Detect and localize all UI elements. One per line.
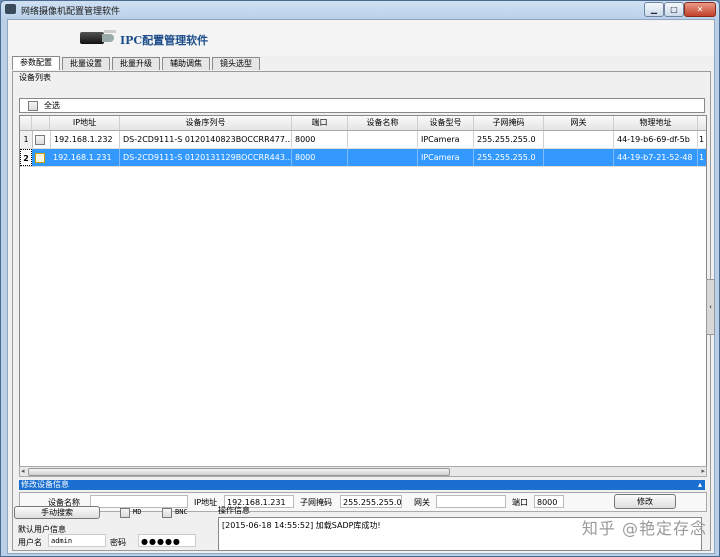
header-mac[interactable]: 物理地址 [614, 116, 698, 130]
header-model[interactable]: 设备型号 [418, 116, 474, 130]
tab-focus-assist[interactable]: 辅助调焦 [162, 57, 210, 70]
md-label: MD [133, 508, 142, 516]
select-all-bar: 全选 [19, 98, 705, 113]
cell-serial: DS-2CD9111-S 0120131129BOCCRR443... [120, 149, 292, 166]
header-port[interactable]: 端口 [292, 116, 348, 130]
cell-ip: 192.168.1.231 [50, 149, 120, 166]
window-title: 网络摄像机配置管理软件 [21, 7, 121, 17]
cell-port: 8000 [292, 149, 348, 166]
banner-title: IPC配置管理软件 [120, 34, 209, 47]
modify-header: 修改设备信息 ▴ [19, 480, 705, 490]
cell-mac: 44-19-b6-69-df-5b [614, 131, 698, 148]
cell-serial: DS-2CD9111-S 0120140823BOCCRR477... [120, 131, 292, 148]
tab-lens-select[interactable]: 镜头选型 [212, 57, 260, 70]
app-icon [5, 4, 16, 14]
cell-gateway [544, 149, 614, 166]
header-name[interactable]: 设备名称 [348, 116, 418, 130]
banner: IPC配置管理软件 [8, 20, 714, 56]
cell-model: IPCamera [418, 131, 474, 148]
cell-mask: 255.255.255.0 [474, 149, 544, 166]
client-area: IPC配置管理软件 参数配置 批量设置 批量升级 辅助调焦 镜头选型 设备列表 … [7, 19, 715, 554]
row-checkbox[interactable] [35, 135, 45, 145]
cell-mac: 44-19-b7-21-52-48 [614, 149, 698, 166]
bnc-label: BNC [175, 508, 188, 516]
close-icon[interactable]: ✕ [684, 2, 716, 17]
cell-port: 8000 [292, 131, 348, 148]
header-ip[interactable]: IP地址 [50, 116, 120, 130]
scroll-thumb[interactable] [28, 468, 450, 476]
cell-extra: 1 [699, 153, 705, 162]
bnc-checkbox[interactable] [162, 508, 172, 518]
cell-extra: 1 [699, 135, 705, 144]
camera-logo-icon [80, 30, 116, 44]
header-mask[interactable]: 子网掩码 [474, 116, 544, 130]
manual-search-button[interactable]: 手动搜索 [14, 506, 100, 519]
device-list-label: 设备列表 [19, 73, 51, 82]
oplog-entry: [2015-06-18 14:55:52] 加载SADP库成功! [222, 521, 381, 530]
title-bar[interactable]: 网络摄像机配置管理软件 ▁ □ ✕ [1, 1, 719, 19]
main-window: 网络摄像机配置管理软件 ▁ □ ✕ IPC配置管理软件 参数配置 批量设置 批量… [0, 0, 720, 557]
table-header: IP地址 设备序列号 端口 设备名称 设备型号 子网掩码 网关 物理地址 [20, 116, 706, 131]
cell-model: IPCamera [418, 149, 474, 166]
select-all-label: 全选 [44, 101, 60, 110]
param-config-panel: 设备列表 全选 IP地址 设备序列号 端口 设备名称 设备型号 子网掩码 网关 … [12, 71, 711, 551]
cell-name [348, 149, 418, 166]
username-field[interactable]: admin [48, 534, 106, 547]
row-number: 1 [20, 131, 33, 148]
scroll-right-icon[interactable]: ▸ [701, 467, 705, 475]
maximize-icon[interactable]: □ [664, 2, 684, 17]
collapse-icon[interactable]: ▴ [698, 480, 702, 490]
minimize-icon[interactable]: ▁ [644, 2, 664, 17]
select-all-checkbox[interactable] [28, 101, 38, 111]
side-collapse-icon[interactable]: ‹ [706, 279, 715, 335]
cell-mask: 255.255.255.0 [474, 131, 544, 148]
oplog-title: 操作信息 [218, 506, 250, 515]
tab-batch-upgrade[interactable]: 批量升级 [112, 57, 160, 70]
modify-title: 修改设备信息 [21, 480, 69, 489]
table-row-selected[interactable]: 2 192.168.1.231 DS-2CD9111-S 0120131129B… [20, 149, 706, 167]
tab-batch-settings[interactable]: 批量设置 [62, 57, 110, 70]
tab-param-config[interactable]: 参数配置 [12, 56, 60, 70]
watermark: 知乎 @艳定存念 [581, 519, 707, 538]
header-check [32, 116, 50, 130]
password-label: 密码 [110, 538, 126, 547]
horizontal-scrollbar[interactable]: ◂ ▸ [19, 466, 707, 477]
cell-gateway [544, 131, 614, 148]
cell-ip: 192.168.1.232 [50, 131, 120, 148]
header-rownum [20, 116, 32, 130]
scroll-left-icon[interactable]: ◂ [21, 467, 25, 475]
header-serial[interactable]: 设备序列号 [120, 116, 292, 130]
row-checkbox[interactable] [35, 153, 45, 163]
username-label: 用户名 [18, 538, 42, 547]
md-checkbox[interactable] [120, 508, 130, 518]
password-field[interactable]: ●●●●● [138, 534, 196, 547]
header-gateway[interactable]: 网关 [544, 116, 614, 130]
row-number: 2 [20, 149, 32, 166]
table-row[interactable]: 1 192.168.1.232 DS-2CD9111-S 0120140823B… [20, 131, 706, 149]
device-table: IP地址 设备序列号 端口 设备名称 设备型号 子网掩码 网关 物理地址 1 1… [19, 115, 707, 467]
cell-name [348, 131, 418, 148]
